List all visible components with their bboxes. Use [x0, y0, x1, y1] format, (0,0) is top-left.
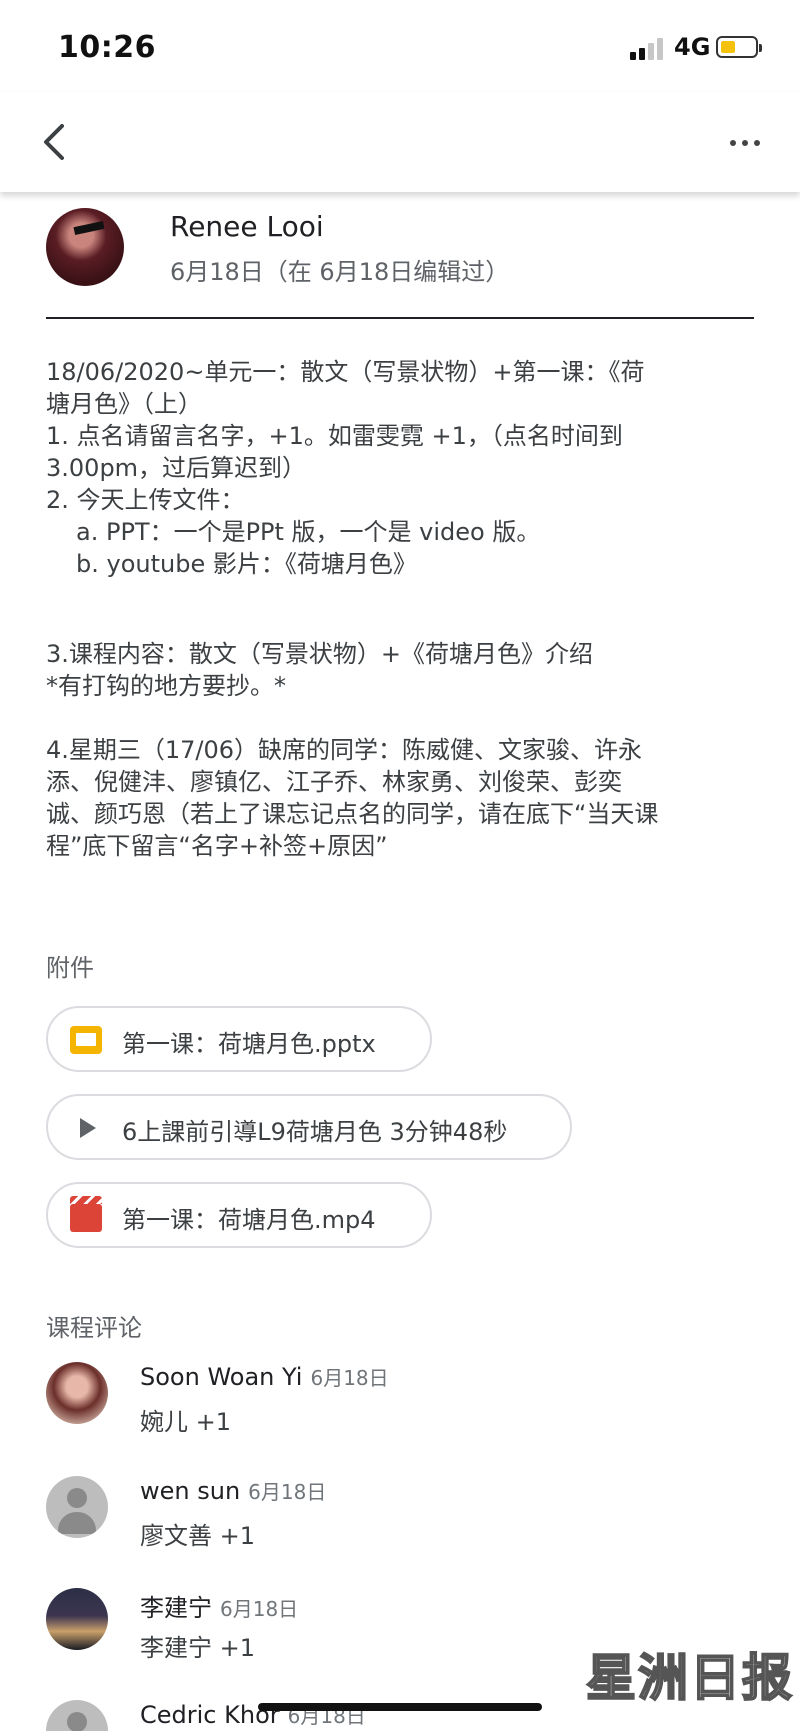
comment-text: 李建宁 +1 [140, 1634, 256, 1662]
comment-author: Soon Woan Yi 6月18日 [140, 1363, 389, 1391]
attachment-label: 6上課前引導L9荷塘月色 3分钟48秒 [122, 1118, 508, 1146]
status-time: 10:26 [58, 30, 156, 65]
avatar[interactable] [46, 1362, 108, 1424]
comment-text: 婉儿 +1 [140, 1408, 232, 1436]
comment-date: 6月18日 [310, 1366, 389, 1390]
attachment-label: 第一课：荷塘月色.mp4 [122, 1206, 376, 1234]
post-line: a. PPT：一个是PPt 版，一个是 video 版。 [76, 518, 541, 546]
attachment-pptx[interactable]: 第一课：荷塘月色.pptx [46, 1006, 432, 1072]
post-line: 1. 点名请留言名字，+1。如雷雯霓 +1，（点名时间到 [46, 422, 623, 450]
watermark-logo: 星洲日报 [585, 1647, 794, 1708]
back-arrow-icon[interactable] [38, 120, 78, 164]
comments-heading: 课程评论 [46, 1314, 142, 1342]
post-line: 3.00pm，过后算迟到） [46, 454, 307, 482]
attachment-youtube[interactable]: 6上課前引導L9荷塘月色 3分钟48秒 [46, 1094, 572, 1160]
post-line: 2. 今天上传文件： [46, 486, 245, 514]
signal-icon [630, 36, 670, 60]
post-line: *有打钩的地方要抄。* [46, 672, 286, 700]
post-line: 诚、颜巧恩（若上了课忘记点名的同学，请在底下“当天课 [46, 800, 659, 828]
post-header: Renee Looi 6月18日（在 6月18日编辑过） [46, 206, 766, 296]
attachment-label: 第一课：荷塘月色.pptx [122, 1030, 376, 1058]
play-icon [80, 1118, 96, 1138]
comment-text: 廖文善 +1 [140, 1522, 256, 1550]
author-avatar[interactable] [46, 208, 124, 286]
author-name: Renee Looi [170, 210, 324, 243]
app-bar [0, 92, 800, 192]
divider [46, 317, 754, 319]
battery-icon [716, 36, 762, 58]
attachments-heading: 附件 [46, 954, 94, 982]
post-line: 4.星期三（17/06）缺席的同学：陈威健、文家骏、许永 [46, 736, 643, 764]
comment-author: wen sun 6月18日 [140, 1477, 327, 1505]
home-indicator[interactable] [258, 1703, 542, 1711]
post-line: 3.课程内容：散文（写景状物）+《荷塘月色》介绍 [46, 640, 594, 668]
video-icon [70, 1196, 102, 1232]
post-date: 6月18日（在 6月18日编辑过） [170, 258, 510, 286]
status-bar: 10:26 4G [0, 0, 800, 92]
attachment-mp4[interactable]: 第一课：荷塘月色.mp4 [46, 1182, 432, 1248]
comment-author: 李建宁 6月18日 [140, 1594, 299, 1622]
avatar[interactable] [46, 1588, 108, 1650]
post-line: 18/06/2020~单元一：散文（写景状物）+第一课：《荷 [46, 358, 645, 386]
comment-date: 6月18日 [248, 1480, 327, 1504]
post-line: 程”底下留言“名字+补签+原因” [46, 832, 388, 860]
more-options-icon[interactable] [726, 132, 766, 152]
post-line: 塘月色》（上） [46, 390, 202, 418]
slides-icon [70, 1026, 102, 1054]
post-line: 添、倪健沣、廖镇亿、江子乔、林家勇、刘俊荣、彭奕 [46, 768, 622, 796]
network-type: 4G [674, 33, 711, 61]
post-body: 18/06/2020~单元一：散文（写景状物）+第一课：《荷 塘月色》（上） 1… [46, 356, 766, 862]
avatar[interactable] [46, 1700, 108, 1731]
comment-item: wen sun 6月18日 廖文善 +1 [46, 1476, 766, 1576]
avatar[interactable] [46, 1476, 108, 1538]
comment-item: Soon Woan Yi 6月18日 婉儿 +1 [46, 1362, 766, 1462]
comment-date: 6月18日 [220, 1597, 299, 1621]
post-line: b. youtube 影片：《荷塘月色》 [76, 550, 417, 578]
